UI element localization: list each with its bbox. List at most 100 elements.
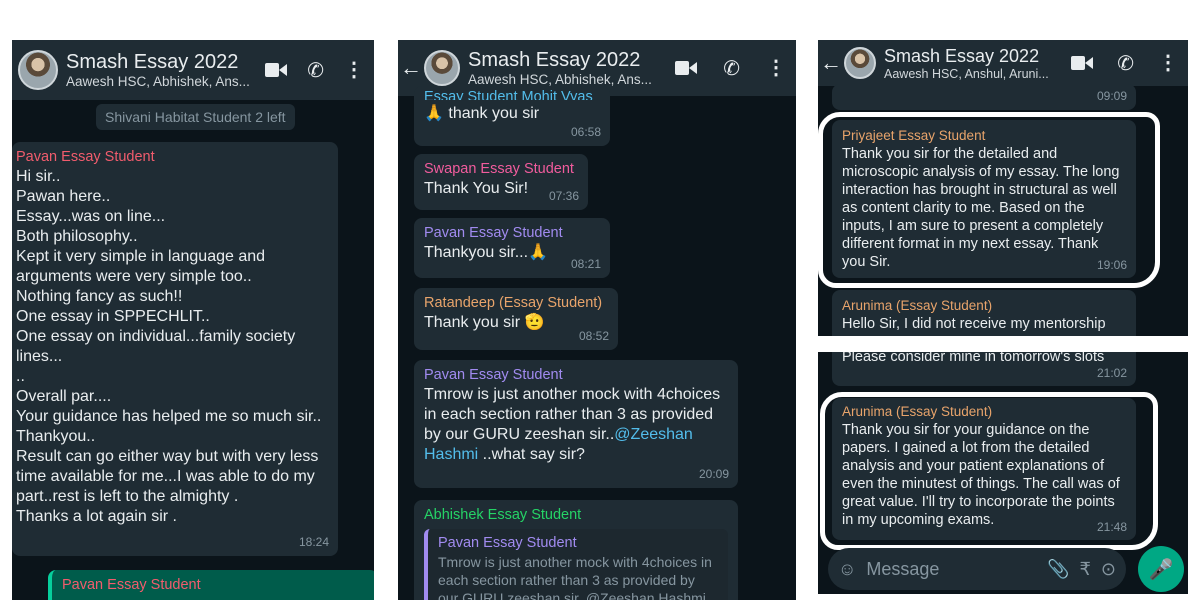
mic-icon: 🎤 (1148, 558, 1174, 581)
message-sender: Arunima (Essay Student) (842, 404, 993, 419)
message-line: Thanks a lot again sir . (16, 508, 177, 525)
video-call-icon[interactable] (1071, 55, 1094, 71)
quoted-message[interactable]: Pavan Essay Student Tmrow is just anothe… (424, 529, 728, 600)
message-line: Both philosophy.. (16, 228, 138, 245)
message-time: 19:06 (1096, 258, 1127, 272)
message-bubble[interactable]: Arunima (Essay Student) Thank you sir fo… (832, 398, 1136, 540)
message-bubble[interactable]: Priyajeet Essay Student Thank you sir fo… (832, 120, 1136, 278)
message-line: One essay in SPPECHLIT.. (16, 308, 210, 325)
message-line: Hi sir.. (16, 168, 61, 185)
message-time: 08:52 (578, 329, 609, 343)
message-line: Essay...was on line... (16, 208, 166, 225)
pray-emoji: 🙏 (528, 244, 548, 261)
group-members: Aawesh HSC, Abhishek, Ans... (66, 74, 250, 89)
quoted-text: Tmrow is just another mock with 4choices… (438, 554, 712, 600)
group-title: Smash Essay 2022 (884, 45, 1040, 66)
more-options-icon[interactable]: ⋮ (1158, 53, 1178, 73)
group-members: Aawesh HSC, Abhishek, Ans... (468, 72, 652, 87)
more-options-icon[interactable]: ⋮ (344, 60, 364, 80)
message-line: One essay on individual...family society… (16, 328, 296, 365)
message-input[interactable]: Message (866, 559, 1037, 580)
message-bubble[interactable]: Pavan Essay Student Tmrow is just anothe… (414, 360, 738, 488)
message-bubble[interactable]: Arunima (Essay Student) Hello Sir, I did… (832, 290, 1136, 336)
message-sender: Pavan Essay Student (16, 149, 155, 165)
header-title-area[interactable]: Smash Essay 2022 Aawesh HSC, Anshul, Aru… (884, 46, 1071, 81)
message-text-tail: ..what say sir? (478, 446, 585, 463)
group-members: Aawesh HSC, Anshul, Aruni... (884, 66, 1049, 81)
message-sender: Pavan Essay Student (424, 225, 563, 241)
message-bubble[interactable]: 09:09 (832, 84, 1136, 110)
message-time: 21:48 (1096, 520, 1127, 534)
mic-button[interactable]: 🎤 (1138, 546, 1184, 592)
chat-panel-4: Please consider mine in tomorrow's slots… (818, 352, 1188, 594)
chat-panel-3: ← Smash Essay 2022 Aawesh HSC, Anshul, A… (818, 40, 1188, 336)
message-bubble[interactable]: Pavan Essay Student Thankyou sir...🙏 08:… (414, 218, 610, 278)
message-line: Your guidance has helped me so much sir.… (16, 408, 322, 425)
header-title-area[interactable]: Smash Essay 2022 Aawesh HSC, Abhishek, A… (66, 51, 265, 89)
group-avatar[interactable] (18, 50, 58, 90)
message-text: Hello Sir, I did not receive my mentorsh… (842, 316, 1106, 332)
message-sender: Ratandeep (Essay Student) (424, 295, 603, 311)
chat-header: Smash Essay 2022 Aawesh HSC, Abhishek, A… (12, 40, 374, 100)
emoji-icon[interactable]: ☺ (838, 559, 856, 580)
salute-emoji: 🫡 (524, 314, 545, 331)
message-time: 09:09 (1096, 89, 1127, 103)
message-bubble[interactable]: Abhishek Essay Student Pavan Essay Stude… (414, 500, 738, 600)
message-line: Overall par.... (16, 388, 112, 405)
video-call-icon[interactable] (265, 62, 288, 78)
message-time: 07:36 (548, 189, 579, 203)
group-title: Smash Essay 2022 (66, 51, 239, 73)
message-line: Kept it very simple in language and argu… (16, 248, 266, 285)
message-text: Please consider mine in tomorrow's slots (842, 352, 1105, 365)
video-call-icon[interactable] (675, 60, 698, 76)
camera-icon[interactable]: ⊙ (1101, 559, 1116, 580)
voice-call-icon[interactable]: ✆ (307, 58, 324, 83)
message-time: 21:02 (1096, 366, 1127, 380)
message-bubble[interactable]: Pavan Essay Student Hi sir.. Pawan here.… (12, 142, 338, 556)
message-line: Thankyou.. (16, 428, 96, 445)
system-message: Shivani Habitat Student 2 left (96, 104, 295, 130)
rupee-icon[interactable]: ₹ (1079, 559, 1090, 580)
back-arrow-icon[interactable]: ← (818, 50, 844, 76)
message-line: Result can go either way but with very l… (16, 448, 319, 505)
message-time: 06:58 (570, 125, 601, 139)
message-sender: Pavan Essay Student (424, 367, 563, 383)
pray-emoji: 🙏 (424, 105, 444, 122)
message-time: 18:24 (298, 535, 329, 549)
chat-panel-1: Smash Essay 2022 Aawesh HSC, Abhishek, A… (12, 40, 374, 600)
message-bubble[interactable]: Essay Student Mohit Vyas 🙏 thank you sir… (414, 86, 610, 146)
message-text: Thank you sir (424, 314, 521, 331)
chat-panel-2: ← Smash Essay 2022 Aawesh HSC, Abhishek,… (398, 40, 796, 600)
message-sender: Arunima (Essay Student) (842, 298, 993, 313)
message-line: Pawan here.. (16, 188, 111, 205)
chat-header: ← Smash Essay 2022 Aawesh HSC, Anshul, A… (818, 40, 1188, 86)
group-avatar[interactable] (424, 50, 460, 86)
message-line: Nothing fancy as such!! (16, 288, 183, 305)
message-text: Thankyou sir... (424, 244, 529, 261)
voice-call-icon[interactable]: ✆ (1117, 51, 1134, 76)
message-line: .. (16, 368, 25, 385)
more-options-icon[interactable]: ⋮ (766, 58, 786, 78)
message-bubble[interactable]: Swapan Essay Student Thank You Sir! 07:3… (414, 154, 588, 210)
message-bubble[interactable]: Please consider mine in tomorrow's slots… (832, 352, 1136, 386)
message-sender: Essay Student Mohit Vyas (424, 89, 593, 100)
message-time: 08:21 (570, 257, 601, 271)
message-input-bar[interactable]: ☺ Message 📎 ₹ ⊙ (828, 548, 1126, 590)
message-bubble[interactable]: Pavan Essay Student (48, 570, 374, 600)
header-title-area[interactable]: Smash Essay 2022 Aawesh HSC, Abhishek, A… (468, 49, 675, 87)
message-text: thank you sir (448, 105, 540, 122)
voice-call-icon[interactable]: ✆ (723, 56, 740, 81)
message-text: Thank you sir for the detailed and micro… (842, 146, 1120, 270)
reply-sender: Pavan Essay Student (62, 577, 201, 593)
message-sender: Priyajeet Essay Student (842, 128, 986, 143)
back-arrow-icon[interactable]: ← (398, 55, 424, 81)
quoted-sender: Pavan Essay Student (438, 535, 577, 551)
message-text: Thank you sir for your guidance on the p… (842, 422, 1120, 528)
message-sender: Swapan Essay Student (424, 161, 574, 177)
attach-icon[interactable]: 📎 (1047, 559, 1069, 580)
message-sender: Abhishek Essay Student (424, 507, 582, 523)
group-title: Smash Essay 2022 (468, 49, 641, 71)
message-time: 20:09 (698, 467, 729, 481)
message-bubble[interactable]: Ratandeep (Essay Student) Thank you sir … (414, 288, 618, 350)
group-avatar[interactable] (844, 47, 876, 79)
